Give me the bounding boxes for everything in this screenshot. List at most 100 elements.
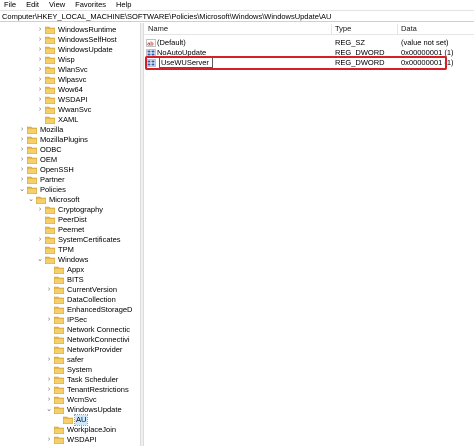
column-header-data[interactable]: Data — [397, 24, 417, 34]
tree-item-label: AU — [73, 414, 89, 426]
tree-item-label: NetworkConnectivi — [67, 335, 130, 344]
folder-icon — [44, 96, 56, 105]
expand-chevron-icon[interactable]: › — [45, 286, 53, 294]
tree-item-label: PeerDist — [58, 215, 87, 224]
tree-item-label: WSDAPI — [58, 95, 88, 104]
expand-chevron-icon[interactable]: › — [36, 56, 44, 64]
tree-item-label: Microsoft — [49, 195, 80, 204]
folder-icon — [26, 136, 38, 145]
folder-icon — [44, 226, 56, 235]
folder-icon — [44, 206, 56, 215]
string-value-icon: ab — [146, 39, 156, 47]
expand-chevron-icon[interactable]: › — [18, 126, 26, 134]
folder-icon — [53, 296, 65, 305]
expand-chevron-icon[interactable]: › — [18, 176, 26, 184]
folder-icon — [44, 256, 56, 265]
menu-help[interactable]: Help — [111, 0, 136, 10]
expand-chevron-icon — [36, 116, 44, 124]
column-header-name[interactable]: Name — [148, 24, 168, 34]
tree-item-label: Appx — [67, 265, 85, 274]
address-bar — [0, 10, 474, 22]
collapse-chevron-icon[interactable]: ⌄ — [36, 256, 44, 264]
tree-item-label: Task Scheduler — [67, 375, 119, 384]
collapse-chevron-icon[interactable]: ⌄ — [18, 186, 26, 194]
folder-icon — [26, 146, 38, 155]
menu-favorites[interactable]: Favorites — [70, 0, 111, 10]
folder-icon — [26, 186, 38, 195]
tree-item-label: CurrentVersion — [67, 285, 118, 294]
expand-chevron-icon[interactable]: › — [45, 396, 53, 404]
expand-chevron-icon — [45, 266, 53, 274]
highlight-annotation-box — [145, 56, 447, 70]
folder-icon — [53, 406, 65, 415]
menu-file[interactable]: File — [0, 0, 21, 10]
tree-item-label: EnhancedStorageD — [67, 305, 133, 314]
folder-icon — [44, 116, 56, 125]
folder-icon — [26, 166, 38, 175]
folder-icon — [53, 306, 65, 315]
menu-bar: File Edit View Favorites Help — [0, 0, 474, 10]
expand-chevron-icon[interactable]: › — [18, 166, 26, 174]
folder-icon — [44, 36, 56, 45]
folder-icon — [44, 76, 56, 85]
folder-icon — [53, 336, 65, 345]
folder-icon — [53, 376, 65, 385]
folder-icon — [35, 196, 47, 205]
expand-chevron-icon[interactable]: › — [18, 156, 26, 164]
menu-edit[interactable]: Edit — [21, 0, 44, 10]
expand-chevron-icon[interactable]: › — [18, 136, 26, 144]
tree-item-label: MozillaPlugins — [40, 135, 88, 144]
collapse-chevron-icon[interactable]: ⌄ — [45, 406, 53, 414]
value-name-cell: (Default) — [157, 38, 186, 48]
collapse-chevron-icon[interactable]: ⌄ — [27, 196, 35, 204]
tree-item-label: OpenSSH — [40, 165, 74, 174]
expand-chevron-icon[interactable]: › — [36, 36, 44, 44]
tree-item-label: IPSec — [67, 315, 88, 324]
folder-icon — [26, 156, 38, 165]
expand-chevron-icon[interactable]: › — [45, 376, 53, 384]
expand-chevron-icon[interactable]: › — [36, 26, 44, 34]
tree-item-label: Policies — [40, 185, 66, 194]
tree-item-label: WlanSvc — [58, 65, 88, 74]
tree-item-label: Peernet — [58, 225, 85, 234]
tree-item-label: Mozilla — [40, 125, 64, 134]
value-type: REG_SZ — [335, 38, 366, 47]
folder-icon — [53, 266, 65, 275]
expand-chevron-icon[interactable]: › — [36, 66, 44, 74]
expand-chevron-icon[interactable]: › — [36, 96, 44, 104]
expand-chevron-icon[interactable]: › — [45, 436, 53, 444]
registry-value-row[interactable]: ab (Default) REG_SZ (value not set) — [144, 38, 474, 48]
tree-item-label: WindowsUpdate — [58, 45, 113, 54]
expand-chevron-icon[interactable]: › — [36, 86, 44, 94]
expand-chevron-icon — [45, 336, 53, 344]
folder-icon — [53, 326, 65, 335]
expand-chevron-icon[interactable]: › — [36, 236, 44, 244]
menu-view[interactable]: View — [44, 0, 70, 10]
expand-chevron-icon[interactable]: › — [45, 386, 53, 394]
folder-icon — [53, 316, 65, 325]
expand-chevron-icon[interactable]: › — [36, 106, 44, 114]
folder-icon — [44, 106, 56, 115]
tree-item-label: WSDAPI — [67, 435, 97, 444]
folder-icon — [53, 356, 65, 365]
expand-chevron-icon[interactable]: › — [45, 316, 53, 324]
tree-item-label: WindowsUpdate — [67, 405, 122, 414]
tree-item-label: NetworkProvider — [67, 345, 123, 354]
folder-icon — [44, 246, 56, 255]
expand-chevron-icon[interactable]: › — [45, 356, 53, 364]
list-header: Name Type Data — [144, 23, 474, 35]
folder-icon — [44, 26, 56, 35]
tree-item-label: DataCollection — [67, 295, 116, 304]
address-input[interactable] — [2, 12, 470, 21]
registry-key-tree: › WindowsRuntime › WindowsSelfHost › WindowsU… — [0, 23, 140, 446]
tree-item-label: TenantRestrictions — [67, 385, 129, 394]
column-header-type[interactable]: Type — [331, 24, 351, 34]
expand-chevron-icon — [36, 246, 44, 254]
expand-chevron-icon[interactable]: › — [36, 206, 44, 214]
expand-chevron-icon[interactable]: › — [18, 146, 26, 154]
expand-chevron-icon[interactable]: › — [36, 46, 44, 54]
expand-chevron-icon — [54, 416, 62, 424]
expand-chevron-icon[interactable]: › — [36, 76, 44, 84]
tree-item-label: Windows — [58, 255, 89, 264]
value-data: (value not set) — [401, 38, 449, 47]
